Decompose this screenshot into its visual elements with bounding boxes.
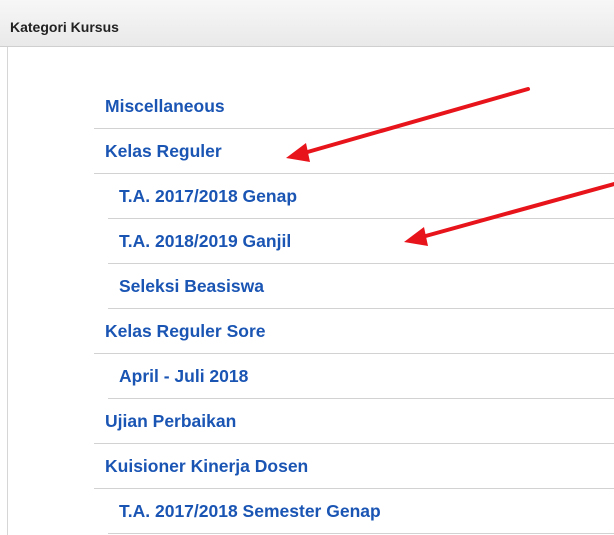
category-item-ta-2017-2018-semester-genap: T.A. 2017/2018 Semester Genap — [108, 489, 614, 534]
category-item-kuisioner-kinerja-dosen: Kuisioner Kinerja Dosen — [94, 444, 614, 489]
category-link-miscellaneous[interactable]: Miscellaneous — [105, 96, 225, 116]
category-link-ta-2017-2018-genap[interactable]: T.A. 2017/2018 Genap — [119, 186, 297, 206]
category-item-seleksi-beasiswa: Seleksi Beasiswa — [108, 264, 614, 309]
category-link-ta-2017-2018-semester-genap[interactable]: T.A. 2017/2018 Semester Genap — [119, 501, 381, 521]
category-link-seleksi-beasiswa[interactable]: Seleksi Beasiswa — [119, 276, 264, 296]
category-link-ujian-perbaikan[interactable]: Ujian Perbaikan — [105, 411, 236, 431]
category-link-ta-2018-2019-ganjil[interactable]: T.A. 2018/2019 Ganjil — [119, 231, 291, 251]
category-link-kelas-reguler-sore[interactable]: Kelas Reguler Sore — [105, 321, 265, 341]
category-item-april-juli-2018: April - Juli 2018 — [108, 354, 614, 399]
category-item-kelas-reguler: Kelas Reguler — [94, 129, 614, 174]
block-left-border — [7, 47, 8, 535]
category-link-kuisioner-kinerja-dosen[interactable]: Kuisioner Kinerja Dosen — [105, 456, 308, 476]
category-item-ta-2017-2018-genap: T.A. 2017/2018 Genap — [108, 174, 614, 219]
category-link-april-juli-2018[interactable]: April - Juli 2018 — [119, 366, 248, 386]
block-header: Kategori Kursus — [0, 0, 614, 47]
course-categories-block: Kategori Kursus Miscellaneous Kelas Regu… — [0, 0, 614, 535]
category-item-miscellaneous: Miscellaneous — [94, 84, 614, 129]
category-item-kelas-reguler-sore: Kelas Reguler Sore — [94, 309, 614, 354]
category-link-kelas-reguler[interactable]: Kelas Reguler — [105, 141, 222, 161]
category-item-ujian-perbaikan: Ujian Perbaikan — [94, 399, 614, 444]
block-title: Kategori Kursus — [10, 19, 119, 35]
category-item-ta-2018-2019-ganjil: T.A. 2018/2019 Ganjil — [108, 219, 614, 264]
